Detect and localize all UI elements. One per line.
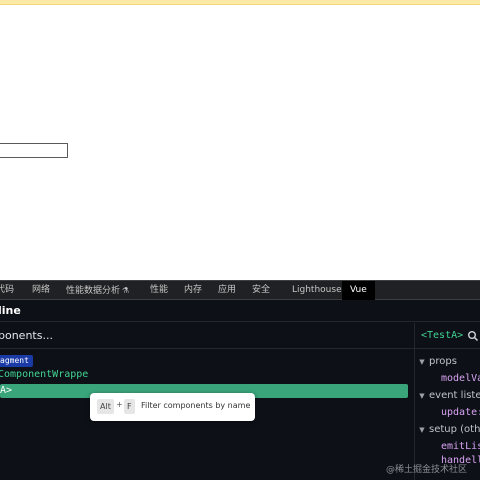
section-event-listeners[interactable]: ▼ event liste	[415, 389, 480, 403]
vue-panel-header: line	[0, 300, 480, 322]
component-inspector-panel: <TestA> ▼ props modelVa ▼ event liste upda…	[414, 323, 480, 480]
tab-performance[interactable]: 性能	[150, 281, 168, 300]
tab-performance-insights[interactable]: 性能数据分析 ⚗	[66, 281, 129, 300]
alt-key-hint: Alt	[97, 399, 114, 414]
inspect-search-icon[interactable]	[467, 330, 479, 342]
inspected-component-name: <TestA>	[421, 330, 464, 341]
tab-network[interactable]: 网络	[32, 281, 50, 300]
tree-row-component-wrapper[interactable]: ComponentWrappe	[0, 368, 88, 382]
tab-sources[interactable]: 代码	[0, 281, 14, 300]
section-event-listeners-label: event liste	[429, 390, 480, 401]
caret-down-icon: ▼	[419, 392, 425, 400]
section-setup-label: setup (oth	[429, 424, 480, 435]
tab-security[interactable]: 安全	[252, 281, 270, 300]
event-update[interactable]: update:	[441, 406, 480, 420]
f-key-hint: F	[124, 399, 135, 414]
tab-memory[interactable]: 内存	[184, 281, 202, 300]
inspector-header: <TestA>	[415, 323, 480, 349]
setup-emit-listener[interactable]: emitLis	[441, 440, 480, 454]
prop-model-value[interactable]: modelVa	[441, 372, 480, 386]
page-text-input[interactable]	[0, 143, 68, 158]
caret-down-icon: ▼	[419, 426, 425, 434]
component-tree-panel: ponents... agment ComponentWrappe A> Alt…	[0, 323, 414, 480]
tooltip-text: Filter components by name	[141, 401, 251, 410]
browser-top-accent-bar	[0, 0, 480, 5]
fragment-badge: agment	[0, 355, 33, 367]
section-props[interactable]: ▼ props	[415, 355, 457, 369]
section-setup[interactable]: ▼ setup (oth	[415, 423, 480, 437]
tab-performance-insights-label: 性能数据分析	[66, 286, 121, 296]
component-search-field[interactable]: ponents...	[0, 323, 414, 349]
flask-icon: ⚗	[122, 286, 130, 295]
tooltip-plus: +	[116, 400, 123, 409]
component-search-placeholder: ponents...	[0, 329, 53, 342]
filter-tooltip: Alt + F Filter components by name	[90, 393, 255, 421]
watermark: @稀土掘金技术社区	[386, 465, 468, 475]
devtools-tab-bar: 代码 网络 性能数据分析 ⚗ 性能 内存 应用 安全 Lighthouse Vue	[0, 280, 480, 300]
tab-lighthouse[interactable]: Lighthouse	[292, 281, 342, 300]
tab-vue[interactable]: Vue	[342, 281, 375, 300]
tab-application[interactable]: 应用	[218, 281, 236, 300]
devtools-panel: 代码 网络 性能数据分析 ⚗ 性能 内存 应用 安全 Lighthouse Vue…	[0, 280, 480, 480]
section-props-label: props	[429, 356, 457, 367]
vue-header-title: line	[0, 304, 21, 317]
caret-down-icon: ▼	[419, 358, 425, 366]
